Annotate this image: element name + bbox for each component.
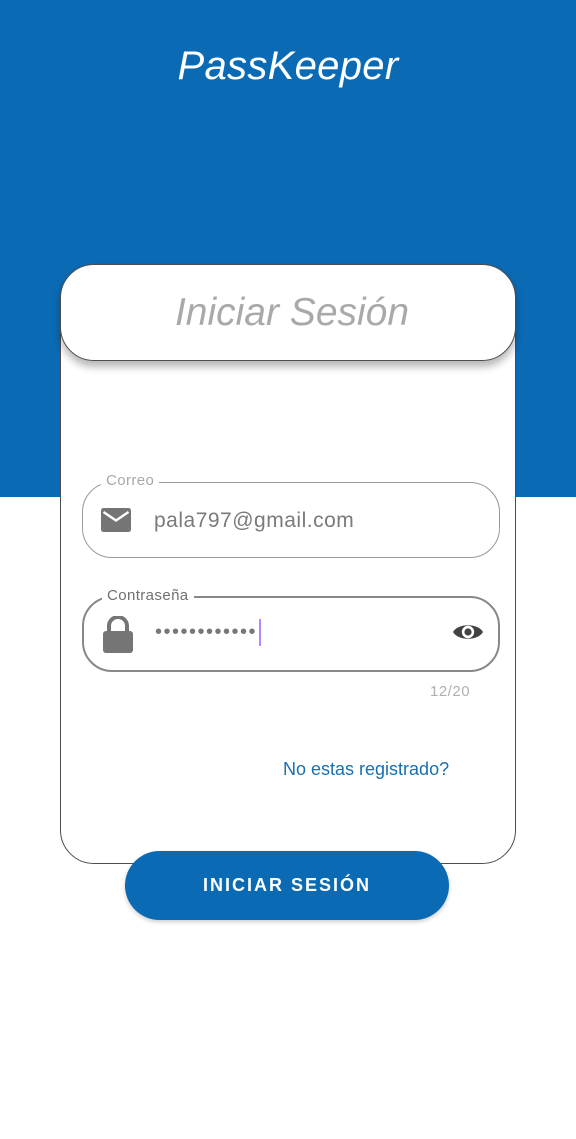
register-link[interactable]: No estas registrado? [283,759,449,780]
password-char-counter: 12/20 [430,683,471,700]
email-input[interactable]: pala797@gmail.com [154,509,354,533]
email-field-label: Correo [101,472,160,490]
password-masked-value: •••••••••••• [155,620,258,643]
card-title: Iniciar Sesión [174,290,410,334]
password-field[interactable]: Contraseña •••••••••••• [82,587,500,672]
lock-icon [102,615,134,659]
card-header: Iniciar Sesión [60,264,516,361]
app-title: PassKeeper [177,44,399,88]
text-cursor [259,619,262,646]
email-field[interactable]: Correo pala797@gmail.com [82,472,500,558]
eye-icon[interactable] [452,620,484,649]
password-input[interactable]: •••••••••••• [155,619,262,646]
password-field-label: Contraseña [102,587,194,605]
login-button[interactable]: INICIAR SESIÓN [125,851,449,920]
email-icon [101,508,131,539]
